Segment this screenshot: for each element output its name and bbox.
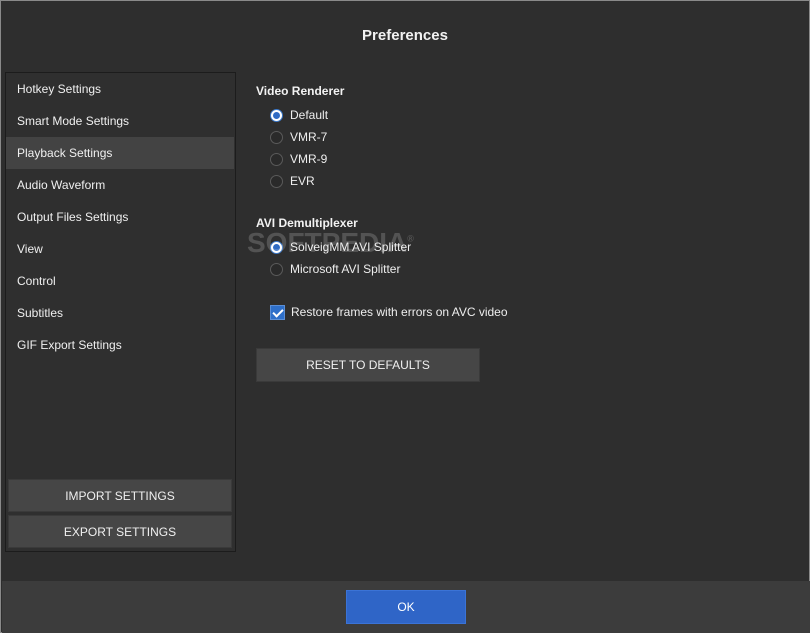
sidebar-item-hotkey-settings[interactable]: Hotkey Settings: [6, 73, 234, 105]
sidebar-item-playback-settings[interactable]: Playback Settings: [6, 137, 234, 169]
radio-unchecked-icon: [270, 174, 283, 188]
sidebar-item-output-files-settings[interactable]: Output Files Settings: [6, 201, 234, 233]
radio-demux-microsoft[interactable]: Microsoft AVI Splitter: [270, 259, 400, 279]
radio-label: Microsoft AVI Splitter: [290, 262, 401, 276]
sidebar-item-gif-export-settings[interactable]: GIF Export Settings: [6, 329, 234, 361]
radio-label: Default: [290, 108, 329, 122]
radio-label: EVR: [290, 174, 315, 188]
sidebar-item-view[interactable]: View: [6, 233, 234, 265]
sidebar-item-audio-waveform[interactable]: Audio Waveform: [6, 169, 234, 201]
radio-checked-icon: [270, 108, 283, 122]
radio-unchecked-icon: [270, 130, 283, 144]
checkbox-label: Restore frames with errors on AVC video: [291, 305, 508, 319]
video-renderer-heading: Video Renderer: [256, 84, 345, 98]
sidebar-item-control[interactable]: Control: [6, 265, 234, 297]
softpedia-watermark: SOFTPEDIA®: [247, 227, 414, 258]
radio-renderer-vmr9[interactable]: VMR-9: [270, 149, 327, 169]
settings-sidebar: Hotkey Settings Smart Mode Settings Play…: [5, 72, 236, 552]
reset-to-defaults-button[interactable]: RESET TO DEFAULTS: [256, 348, 480, 382]
import-settings-button[interactable]: IMPORT SETTINGS: [8, 479, 232, 512]
ok-button[interactable]: OK: [346, 590, 466, 624]
checkbox-checked-icon: [270, 304, 285, 320]
sidebar-item-smart-mode-settings[interactable]: Smart Mode Settings: [6, 105, 234, 137]
radio-unchecked-icon: [270, 152, 283, 166]
preferences-window: Preferences Hotkey Settings Smart Mode S…: [0, 0, 810, 633]
radio-renderer-evr[interactable]: EVR: [270, 171, 315, 191]
radio-renderer-vmr7[interactable]: VMR-7: [270, 127, 327, 147]
sidebar-item-subtitles[interactable]: Subtitles: [6, 297, 234, 329]
radio-label: VMR-7: [290, 130, 328, 144]
window-title: Preferences: [362, 27, 448, 44]
radio-renderer-default[interactable]: Default: [270, 105, 328, 125]
export-settings-button[interactable]: EXPORT SETTINGS: [8, 515, 232, 548]
radio-unchecked-icon: [270, 262, 283, 276]
restore-frames-checkbox[interactable]: Restore frames with errors on AVC video: [270, 302, 508, 322]
radio-label: VMR-9: [290, 152, 328, 166]
